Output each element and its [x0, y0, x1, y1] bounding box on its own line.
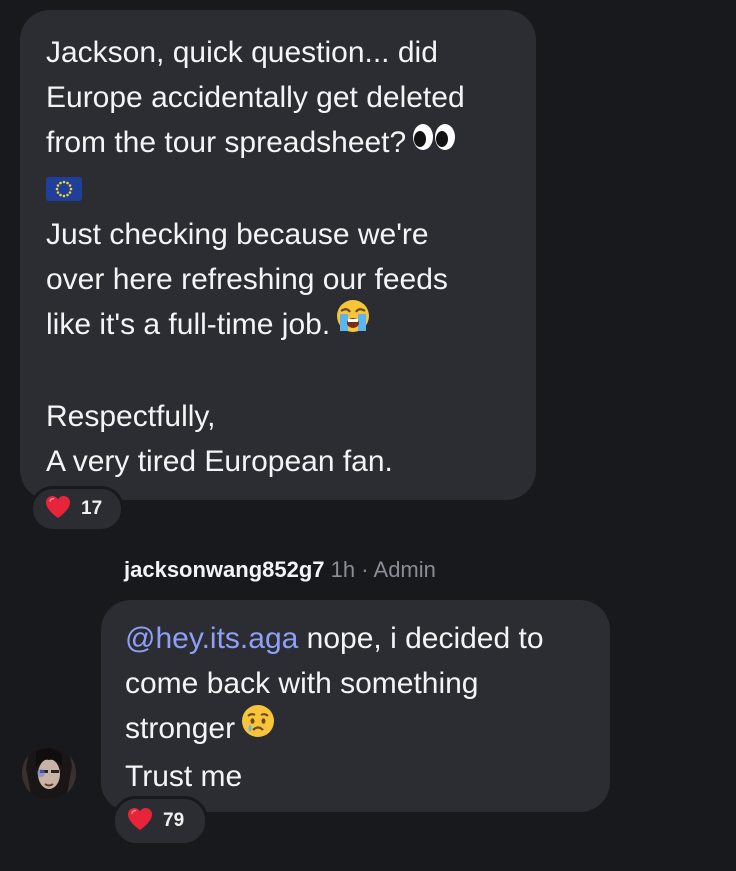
reply-line: Trust me [125, 759, 243, 793]
comment-line [46, 167, 516, 212]
reply-line-text: nope, i decided to [298, 622, 544, 655]
comment-thread: Jackson, quick question... did Europe ac… [0, 0, 736, 871]
loudly-crying-face-icon [336, 299, 370, 346]
comment-line: A very tired European fan. [46, 445, 393, 479]
comment-bubble[interactable]: Jackson, quick question... did Europe ac… [20, 10, 536, 500]
reaction-count: 17 [81, 498, 103, 519]
comment-line: like it's a full-time job. [46, 299, 516, 350]
heart-icon [45, 495, 71, 524]
heart-icon [127, 807, 153, 836]
reaction-pill[interactable]: 17 [30, 486, 124, 532]
timestamp: 1h [330, 557, 356, 582]
comment-line: from the tour spreadsheet? [46, 120, 516, 167]
reply-line-text: stronger [125, 712, 236, 745]
crying-face-icon [241, 704, 275, 751]
reply-meta: jacksonwang852g7 1h · Admin [124, 556, 436, 584]
eu-flag-icon [46, 176, 82, 201]
username-link[interactable]: jacksonwang852g7 [124, 557, 325, 582]
reply-bubble[interactable]: @hey.its.aga nope, i decided to come bac… [101, 600, 610, 812]
reply-line: come back with something [125, 667, 479, 700]
comment-line: Jackson, quick question... did [46, 36, 438, 69]
eyes-emoji-icon [412, 119, 456, 164]
reaction-pill[interactable]: 79 [112, 796, 208, 846]
reply-line: @hey.its.aga nope, i decided to [125, 616, 590, 661]
mention-link[interactable]: @hey.its.aga [125, 622, 298, 655]
role-badge: Admin [373, 557, 436, 582]
comment-line-text: like it's a full-time job. [46, 307, 331, 341]
comment-line-text: from the tour spreadsheet? [46, 126, 407, 159]
separator: · [361, 557, 369, 582]
comment-line: Respectfully, [46, 400, 216, 434]
comment-line: over here refreshing our feeds [46, 262, 448, 296]
avatar[interactable] [22, 746, 76, 800]
comment-line: Just checking because we're [46, 217, 429, 251]
reply-line: stronger [125, 704, 590, 754]
reaction-count: 79 [163, 810, 185, 831]
comment-line: Europe accidentally get deleted [46, 81, 465, 114]
